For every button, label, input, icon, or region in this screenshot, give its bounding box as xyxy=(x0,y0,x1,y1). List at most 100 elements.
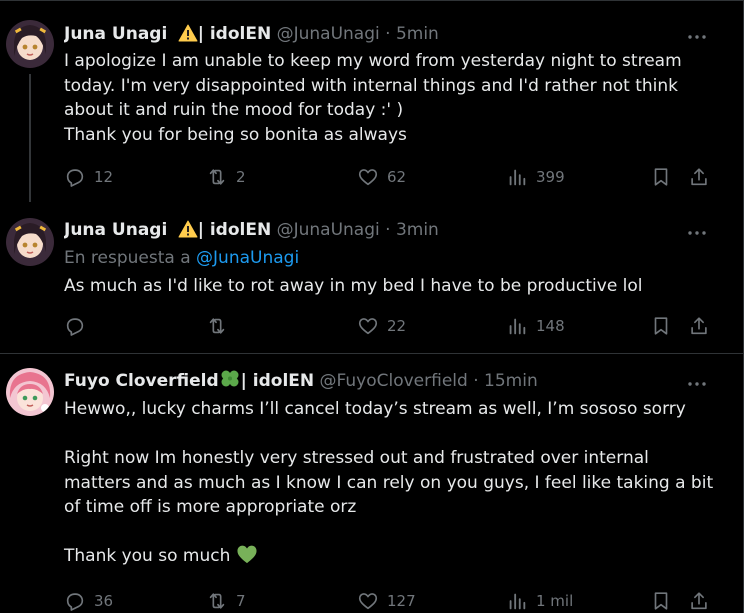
timestamp[interactable]: 15min xyxy=(484,371,538,391)
reply-icon xyxy=(66,593,84,611)
tweet-1[interactable]: Juna Unagi | idolEN @JunaUnagi · 5min I … xyxy=(0,0,743,205)
separator-dot: · xyxy=(473,371,479,391)
separator-dot: · xyxy=(385,220,391,240)
like-count: 22 xyxy=(387,317,407,335)
handle[interactable]: @FuyoCloverfield xyxy=(320,371,468,391)
handle[interactable]: @JunaUnagi xyxy=(277,220,380,240)
avatar-juna[interactable] xyxy=(6,20,54,68)
avatar-juna[interactable] xyxy=(6,218,54,266)
reply-button[interactable]: 36 xyxy=(64,589,113,613)
views-count: 399 xyxy=(536,168,565,186)
handle[interactable]: @JunaUnagi xyxy=(277,24,380,44)
tweet-text-closing: Thank you so much xyxy=(64,546,231,566)
reply-count: 12 xyxy=(94,168,114,186)
share-icon xyxy=(691,592,707,610)
tweet-text-line: Thank you so much xyxy=(64,544,724,572)
like-button[interactable]: 127 xyxy=(357,589,416,613)
green-heart-emoji xyxy=(236,544,258,572)
tweet-header: Juna Unagi | idolEN @JunaUnagi · 3min xyxy=(64,218,703,242)
views-button[interactable]: 148 xyxy=(506,314,565,338)
display-name[interactable]: Juna Unagi xyxy=(64,24,167,44)
bookmark-button[interactable] xyxy=(650,165,672,189)
reply-prefix: En respuesta a xyxy=(64,248,191,268)
avatar-fuyo[interactable] xyxy=(6,368,54,416)
share-button[interactable] xyxy=(688,165,710,189)
more-icon[interactable] xyxy=(685,369,709,393)
tweet-header: Juna Unagi | idolEN @JunaUnagi · 5min xyxy=(64,22,703,46)
more-icon[interactable] xyxy=(685,218,709,242)
tweet-text-line: As much as I'd like to rot away in my be… xyxy=(64,276,643,296)
retweet-icon xyxy=(209,593,225,609)
four-leaf-clover-emoji xyxy=(219,369,241,393)
like-icon xyxy=(358,593,378,610)
reply-icon xyxy=(66,318,84,336)
retweet-button[interactable]: 2 xyxy=(206,165,246,189)
reply-button[interactable]: 12 xyxy=(64,165,113,189)
tweet-text-line: of time off is more appropriate orz xyxy=(64,497,357,517)
action-bar: 12 2 62 399 xyxy=(64,165,724,189)
views-icon xyxy=(509,318,526,335)
thread-line xyxy=(29,74,31,202)
tweet-text: As much as I'd like to rot away in my be… xyxy=(64,274,724,299)
share-button[interactable] xyxy=(688,589,710,613)
bookmark-icon xyxy=(654,592,668,610)
action-bar: 36 7 127 1 mil xyxy=(64,589,724,613)
timestamp[interactable]: 3min xyxy=(396,220,439,240)
tweet-text-line: about it and ruin the mood for today :' … xyxy=(64,100,404,120)
reply-button[interactable] xyxy=(64,314,94,338)
views-count: 1 mil xyxy=(536,592,574,610)
tweet-2[interactable]: Juna Unagi | idolEN @JunaUnagi · 3min En… xyxy=(0,205,743,353)
views-count: 148 xyxy=(536,317,565,335)
share-button[interactable] xyxy=(688,314,710,338)
display-name[interactable]: Juna Unagi xyxy=(64,220,167,240)
bookmark-icon xyxy=(654,317,668,335)
retweet-count: 2 xyxy=(236,168,246,186)
retweet-icon xyxy=(209,318,225,334)
tweet-text-line: today. I'm very disappointed with intern… xyxy=(64,75,679,96)
warning-emoji xyxy=(173,220,198,240)
tweet-text-line: matters and as much as I know I can rely… xyxy=(64,472,714,493)
like-icon xyxy=(358,318,378,335)
views-icon xyxy=(509,169,526,186)
like-count: 127 xyxy=(387,592,416,610)
share-icon xyxy=(691,317,707,335)
display-name-suffix: | idolEN xyxy=(197,220,272,240)
tweet-text-line: Right now Im honestly very stressed out … xyxy=(64,448,649,468)
like-count: 62 xyxy=(387,168,407,186)
more-icon[interactable] xyxy=(685,22,709,46)
display-name-suffix: | idolEN xyxy=(240,371,315,391)
reply-context: En respuesta a @JunaUnagi xyxy=(64,246,299,270)
retweet-icon xyxy=(209,169,225,185)
tweet-header: Fuyo Cloverfield | idolEN @FuyoCloverfiel… xyxy=(64,369,703,393)
display-name-suffix: | idolEN xyxy=(197,24,272,44)
tweet-3[interactable]: Fuyo Cloverfield | idolEN @FuyoCloverfiel… xyxy=(0,354,743,613)
like-button[interactable]: 22 xyxy=(357,314,406,338)
tweet-text: Hewwo,, lucky charms I’ll cancel today’s… xyxy=(64,397,724,572)
like-button[interactable]: 62 xyxy=(357,165,406,189)
reply-handle-link[interactable]: @JunaUnagi xyxy=(196,248,299,268)
reply-count: 36 xyxy=(94,592,114,610)
like-icon xyxy=(358,169,378,186)
views-icon xyxy=(509,593,526,610)
tweet-text-line: Thank you for being so bonita as always xyxy=(64,124,407,145)
retweet-count: 7 xyxy=(236,592,246,610)
tweet-text-line: Hewwo,, lucky charms I’ll cancel today’s… xyxy=(64,399,686,419)
views-button[interactable]: 1 mil xyxy=(506,589,573,613)
share-icon xyxy=(691,168,707,186)
action-bar: 22 148 xyxy=(64,314,724,338)
bookmark-icon xyxy=(654,168,668,186)
timestamp[interactable]: 5min xyxy=(396,24,439,44)
tweet-text: I apologize I am unable to keep my word … xyxy=(64,49,724,147)
warning-emoji xyxy=(173,24,198,44)
retweet-button[interactable] xyxy=(206,314,236,338)
display-name[interactable]: Fuyo Cloverfield xyxy=(64,371,219,391)
views-button[interactable]: 399 xyxy=(506,165,565,189)
retweet-button[interactable]: 7 xyxy=(206,589,246,613)
bookmark-button[interactable] xyxy=(650,314,672,338)
tweet-text-line: I apologize I am unable to keep my word … xyxy=(64,51,682,71)
reply-icon xyxy=(66,169,84,187)
bookmark-button[interactable] xyxy=(650,589,672,613)
separator-dot: · xyxy=(385,24,391,44)
